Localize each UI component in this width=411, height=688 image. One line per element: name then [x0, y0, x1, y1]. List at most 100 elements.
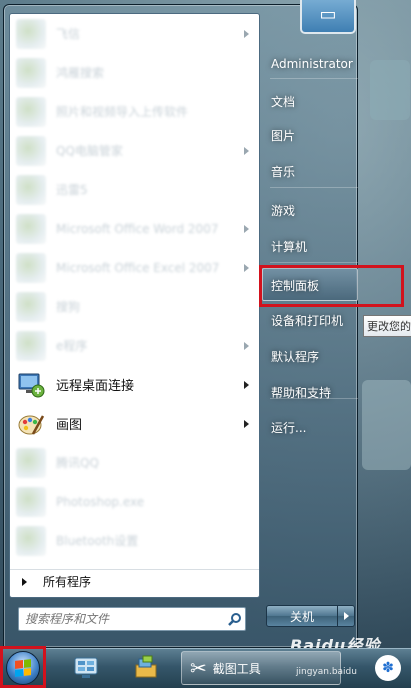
- program-list: 飞信鸿雁搜索照片和视频导入上传软件 QQ电脑管家迅雷5 Microsoft Offi…: [10, 14, 259, 560]
- app-icon: [16, 486, 46, 517]
- app-icon: [16, 330, 46, 361]
- programs-pane: 飞信鸿雁搜索照片和视频导入上传软件 QQ电脑管家迅雷5 Microsoft Offi…: [9, 13, 260, 598]
- start-menu-link-label: 文档: [271, 94, 296, 109]
- submenu-arrow-icon[interactable]: [244, 224, 249, 233]
- submenu-arrow-icon[interactable]: [244, 341, 249, 350]
- menu-separator: [270, 187, 358, 188]
- start-menu-link[interactable]: 设备和打印机: [261, 306, 363, 334]
- desktop-window-blur: [370, 60, 410, 120]
- program-item[interactable]: 照片和视频导入上传软件: [10, 92, 259, 131]
- expand-arrow-icon: [22, 577, 27, 586]
- program-label: 画图: [56, 418, 83, 433]
- taskbar-app-label: 截图工具: [212, 661, 261, 676]
- program-item[interactable]: Microsoft Office Word 2007: [10, 209, 259, 248]
- start-menu-link[interactable]: 默认程序: [261, 342, 363, 370]
- package-icon: [135, 655, 157, 678]
- start-menu-link[interactable]: 图片: [261, 121, 363, 149]
- user-picture[interactable]: ▭: [300, 0, 356, 34]
- all-programs-label: 所有程序: [43, 575, 92, 589]
- program-item[interactable]: e程序: [10, 326, 259, 365]
- start-menu-link-label: 游戏: [271, 203, 296, 218]
- start-menu-link-label: 计算机: [271, 239, 308, 254]
- desktop-window-blur: [362, 380, 411, 470]
- submenu-arrow-icon[interactable]: [244, 263, 249, 272]
- app-icon: [16, 174, 46, 205]
- start-menu-link-label: Administrator: [271, 57, 353, 71]
- program-label: 照片和视频导入上传软件: [56, 105, 189, 119]
- program-item[interactable]: 远程桌面连接: [10, 365, 259, 404]
- program-item[interactable]: 腾讯QQ: [10, 443, 259, 482]
- tooltip: 更改您的: [363, 315, 411, 337]
- program-item[interactable]: Bluetooth设置: [10, 521, 259, 560]
- all-programs-button[interactable]: 所有程序: [10, 569, 259, 593]
- start-menu-link-label: 运行...: [271, 420, 307, 435]
- program-item[interactable]: 搜狗: [10, 287, 259, 326]
- submenu-arrow-icon[interactable]: [244, 419, 249, 428]
- search-icon[interactable]: [225, 609, 245, 629]
- remote-desktop-icon: [16, 370, 46, 400]
- start-menu-link[interactable]: 控制面板: [261, 271, 363, 299]
- start-menu-link-label: 设备和打印机: [271, 313, 344, 328]
- submenu-arrow-icon[interactable]: [244, 380, 249, 389]
- taskbar-pinned-app[interactable]: [126, 651, 166, 685]
- watermark-url: jingyan.baidu: [296, 667, 357, 677]
- app-icon: [16, 57, 46, 88]
- program-label: Photoshop.exe: [56, 494, 145, 509]
- menu-separator: [270, 398, 358, 399]
- program-item[interactable]: 画图: [10, 404, 259, 443]
- start-menu-link[interactable]: 计算机: [261, 232, 363, 260]
- excel-icon: [16, 252, 46, 283]
- shutdown-label: 关机: [289, 609, 314, 624]
- program-label: 腾讯QQ: [56, 456, 99, 470]
- search-input[interactable]: [25, 609, 225, 629]
- program-label: 搜狗: [56, 300, 81, 314]
- annotation-highlight-box: [0, 646, 46, 688]
- program-item[interactable]: Microsoft Office Excel 2007: [10, 248, 259, 287]
- submenu-arrow-icon[interactable]: [244, 146, 249, 155]
- menu-separator: [270, 262, 358, 263]
- start-menu-link[interactable]: Administrator: [261, 50, 363, 78]
- program-label: 飞信: [56, 27, 81, 41]
- taskbar-pinned-app[interactable]: [66, 651, 106, 685]
- arrow-right-icon: [343, 612, 349, 620]
- menu-separator: [270, 78, 358, 79]
- shutdown-options-button[interactable]: [337, 605, 355, 627]
- start-menu-link[interactable]: 帮助和支持: [261, 378, 363, 406]
- program-item[interactable]: 飞信: [10, 14, 259, 53]
- program-label: Bluetooth设置: [56, 534, 139, 548]
- start-menu-link-label: 控制面板: [271, 278, 320, 293]
- app-icon: [16, 291, 46, 322]
- program-item[interactable]: 鸿雁搜索: [10, 53, 259, 92]
- app-icon: [16, 135, 46, 166]
- app-icon: [16, 18, 46, 49]
- tooltip-text: 更改您的: [367, 320, 411, 333]
- start-menu-link-label: 图片: [271, 128, 296, 143]
- start-menu-link[interactable]: 文档: [261, 87, 363, 115]
- program-label: Microsoft Office Excel 2007: [56, 260, 220, 275]
- program-item[interactable]: 迅雷5: [10, 170, 259, 209]
- baidu-paw-icon[interactable]: ✽: [375, 655, 401, 681]
- start-menu-link-label: 默认程序: [271, 349, 320, 364]
- start-menu-link[interactable]: 音乐: [261, 157, 363, 185]
- app-icon: [16, 96, 46, 127]
- app-icon: [16, 447, 46, 478]
- app-icon: [16, 525, 46, 556]
- program-label: Microsoft Office Word 2007: [56, 221, 219, 236]
- start-menu-link[interactable]: 游戏: [261, 196, 363, 224]
- program-label: QQ电脑管家: [56, 144, 123, 158]
- word-icon: [16, 213, 46, 244]
- start-menu-link-label: 音乐: [271, 164, 296, 179]
- search-box[interactable]: [18, 607, 246, 631]
- submenu-arrow-icon[interactable]: [244, 29, 249, 38]
- program-label: e程序: [56, 339, 88, 353]
- computer-icon: [74, 657, 98, 678]
- system-tray: ✽: [349, 651, 411, 685]
- start-menu-link[interactable]: 运行...: [261, 413, 363, 441]
- paint-icon: [16, 409, 46, 439]
- program-label: 远程桌面连接: [56, 379, 135, 394]
- shutdown-button[interactable]: 关机: [266, 605, 338, 627]
- program-item[interactable]: QQ电脑管家: [10, 131, 259, 170]
- scissors-icon: ✂: [190, 656, 207, 680]
- program-item[interactable]: Photoshop.exe: [10, 482, 259, 521]
- program-label: 鸿雁搜索: [56, 66, 105, 80]
